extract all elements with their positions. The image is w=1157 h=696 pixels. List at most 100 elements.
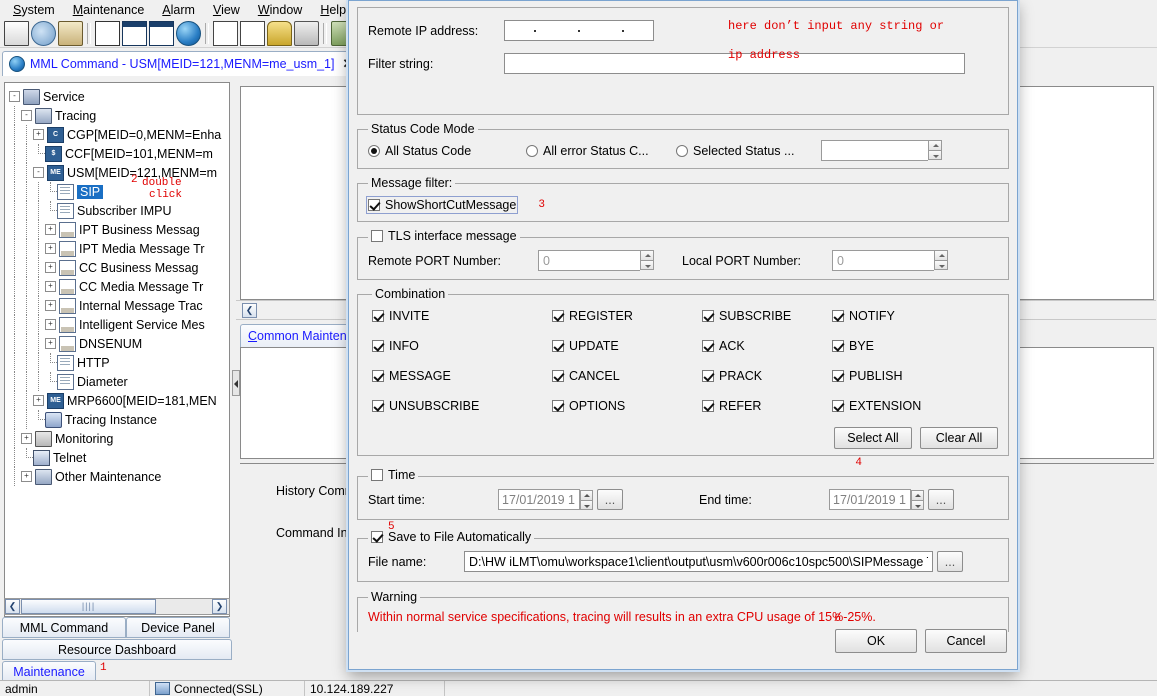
menu-item-window[interactable]: Window xyxy=(249,2,311,18)
radio-selected-status[interactable]: Selected Status ... xyxy=(676,144,821,158)
tab-resource-dashboard[interactable]: Resource Dashboard xyxy=(2,639,232,660)
checkbox-options[interactable]: OPTIONS xyxy=(552,399,702,413)
tree-item[interactable]: SIP xyxy=(9,182,229,201)
file-name-input[interactable] xyxy=(464,551,933,572)
end-time-up-icon[interactable] xyxy=(911,489,924,500)
scroll-left-arrow[interactable]: ❮ xyxy=(5,599,20,614)
scroll-right-arrow[interactable]: ❯ xyxy=(212,599,227,614)
checkbox-show-shortcut-message[interactable]: ShowShortCutMessage xyxy=(365,196,519,214)
end-time-field[interactable]: ... xyxy=(829,489,954,510)
checkbox-bye[interactable]: BYE xyxy=(832,339,998,353)
tree-expand-icon[interactable]: + xyxy=(45,224,56,235)
menu-item-system[interactable]: System xyxy=(4,2,64,18)
lock-icon[interactable] xyxy=(58,20,83,46)
remote-port-down-icon[interactable] xyxy=(640,260,654,270)
checkbox-subscribe[interactable]: SUBSCRIBE xyxy=(702,309,832,323)
ok-button[interactable]: OK xyxy=(835,629,917,653)
tree-expand-icon[interactable]: + xyxy=(45,319,56,330)
disconnect-icon[interactable] xyxy=(31,20,56,46)
collapse-button[interactable]: ❮ xyxy=(242,303,257,318)
checkbox-cancel[interactable]: CANCEL xyxy=(552,369,702,383)
menu-item-view[interactable]: View xyxy=(204,2,249,18)
tree-item[interactable]: + CC Media Message Tr xyxy=(9,277,229,296)
tab-maintenance[interactable]: Maintenance xyxy=(2,661,96,682)
remote-port-input[interactable] xyxy=(538,250,640,271)
checkbox-extension[interactable]: EXTENSION xyxy=(832,399,998,413)
start-time-browse-button[interactable]: ... xyxy=(597,489,623,510)
status-code-spinner-input[interactable] xyxy=(821,140,928,161)
tree-item[interactable]: + Intelligent Service Mes xyxy=(9,315,229,334)
tree-expand-icon[interactable]: + xyxy=(45,262,56,273)
end-time-browse-button[interactable]: ... xyxy=(928,489,954,510)
alarm-console-icon[interactable] xyxy=(213,20,238,46)
browser-icon[interactable] xyxy=(176,20,201,46)
tree-item[interactable]: + C CGP[MEID=0,MENM=Enha xyxy=(9,125,229,144)
resource-dashboard-icon[interactable] xyxy=(149,20,174,46)
checkbox-save-to-file[interactable]: Save to File Automatically xyxy=(371,530,531,544)
checkbox-update[interactable]: UPDATE xyxy=(552,339,702,353)
tree-collapse-icon[interactable]: - xyxy=(33,167,44,178)
scroll-thumb[interactable]: |||| xyxy=(21,599,156,614)
radio-all-status-code[interactable]: All Status Code xyxy=(368,144,526,158)
local-port-up-icon[interactable] xyxy=(934,250,948,260)
status-code-spinner[interactable] xyxy=(821,140,942,161)
start-time-up-icon[interactable] xyxy=(580,489,593,500)
tree-item[interactable]: $ CCF[MEID=101,MENM=m xyxy=(9,144,229,163)
tree-item[interactable]: - ME USM[MEID=121,MENM=m xyxy=(9,163,229,182)
remote-port-spinner[interactable] xyxy=(538,250,654,271)
print-icon[interactable] xyxy=(294,20,319,46)
tree-item[interactable]: Diameter xyxy=(9,372,229,391)
file-browse-button[interactable]: ... xyxy=(937,551,963,572)
remote-port-up-icon[interactable] xyxy=(640,250,654,260)
tree-expand-icon[interactable]: + xyxy=(33,129,44,140)
tree-expand-icon[interactable]: + xyxy=(45,281,56,292)
checkbox-publish[interactable]: PUBLISH xyxy=(832,369,998,383)
tree-item[interactable]: + CC Business Messag xyxy=(9,258,229,277)
tree-item[interactable]: + Monitoring xyxy=(9,429,229,448)
checkbox-tls-interface-message[interactable]: TLS interface message xyxy=(371,229,517,243)
tree-item[interactable]: - Service xyxy=(9,87,229,106)
tree-expand-icon[interactable]: + xyxy=(45,300,56,311)
cancel-button[interactable]: Cancel xyxy=(925,629,1007,653)
menu-item-alarm[interactable]: Alarm xyxy=(153,2,204,18)
document-tab-mml-command[interactable]: MML Command - USM[MEID=121,MENM=me_usm_1… xyxy=(2,51,361,76)
tree-item[interactable]: Subscriber IMPU xyxy=(9,201,229,220)
start-time-field[interactable]: ... xyxy=(498,489,623,510)
tree-expand-icon[interactable]: + xyxy=(21,433,32,444)
end-time-down-icon[interactable] xyxy=(911,499,924,510)
checkbox-notify[interactable]: NOTIFY xyxy=(832,309,998,323)
checkbox-ack[interactable]: ACK xyxy=(702,339,832,353)
end-time-input[interactable] xyxy=(829,489,911,510)
checkbox-invite[interactable]: INVITE xyxy=(372,309,552,323)
tree-horizontal-scrollbar[interactable]: ❮ |||| ❯ xyxy=(4,598,230,615)
tree-item[interactable]: + IPT Business Messag xyxy=(9,220,229,239)
checkbox-register[interactable]: REGISTER xyxy=(552,309,702,323)
device-panel-icon[interactable] xyxy=(122,20,147,46)
tree-collapse-icon[interactable]: - xyxy=(9,91,20,102)
local-port-spinner[interactable] xyxy=(832,250,948,271)
tree-item[interactable]: + Other Maintenance xyxy=(9,467,229,486)
menu-item-maintenance[interactable]: Maintenance xyxy=(64,2,154,18)
tree-item[interactable]: + ME MRP6600[MEID=181,MEN xyxy=(9,391,229,410)
local-port-down-icon[interactable] xyxy=(934,260,948,270)
navigation-tree-panel[interactable]: - Service - Tracing + C CGP[MEID=0,MENM=Enha $ C… xyxy=(4,82,230,617)
tree-item[interactable]: + Internal Message Trac xyxy=(9,296,229,315)
panel-collapse-arrow[interactable] xyxy=(232,370,240,396)
tree-expand-icon[interactable]: + xyxy=(45,338,56,349)
tree-item[interactable]: Tracing Instance xyxy=(9,410,229,429)
mml-command-icon[interactable] xyxy=(95,20,120,46)
checkbox-refer[interactable]: REFER xyxy=(702,399,832,413)
select-all-button[interactable]: Select All xyxy=(834,427,912,449)
tree-item[interactable]: Telnet xyxy=(9,448,229,467)
tree-item[interactable]: + DNSENUM xyxy=(9,334,229,353)
spinner-down-icon[interactable] xyxy=(928,150,942,160)
tab-mml-command[interactable]: MML Command xyxy=(2,617,126,638)
spinner-up-icon[interactable] xyxy=(928,140,942,150)
tab-device-panel[interactable]: Device Panel xyxy=(126,617,230,638)
tree-item[interactable]: + IPT Media Message Tr xyxy=(9,239,229,258)
exit-icon[interactable] xyxy=(4,20,29,46)
tree-item[interactable]: - Tracing xyxy=(9,106,229,125)
checkbox-time[interactable]: Time xyxy=(371,468,415,482)
checkbox-unsubscribe[interactable]: UNSUBSCRIBE xyxy=(372,399,552,413)
tree-expand-icon[interactable]: + xyxy=(33,395,44,406)
